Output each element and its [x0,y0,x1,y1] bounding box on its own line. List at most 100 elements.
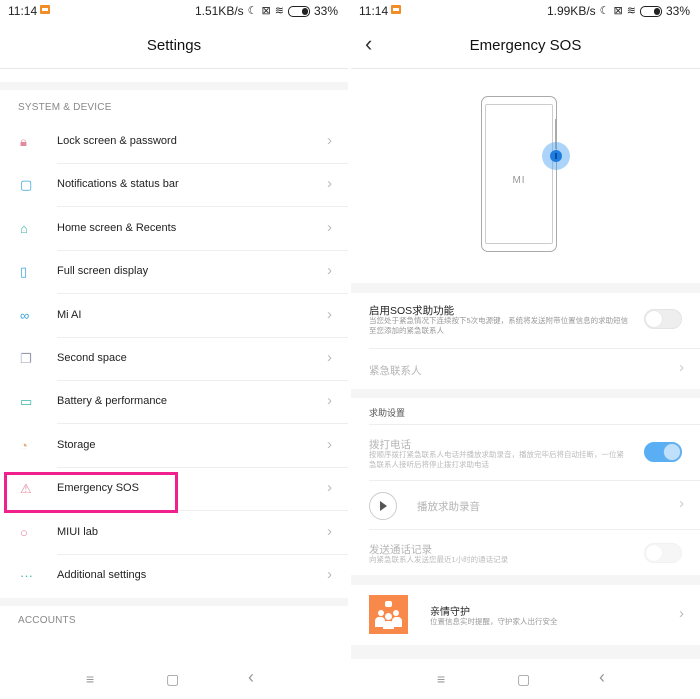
chevron-right-icon: › [327,218,332,236]
enable-sos-desc: 当您处于紧急情况下连续按下5次电源键，系统将发送附带位置信息的求助短信至您添加的… [369,316,629,335]
home-nav-button[interactable]: ▢ [517,671,530,688]
more-dots-icon: ··· [20,568,33,583]
settings-item-label: Storage [57,438,96,451]
phone-outline: MI [481,96,557,252]
notification-icon: ▢ [20,177,33,193]
notification-icon [40,5,50,14]
mi-ai-icon: ∞ [20,307,30,323]
settings-item[interactable]: ⌂ Home screen & Recents › [0,208,348,251]
help-settings-header: 求助设置 [369,408,406,418]
chevron-right-icon: › [327,175,332,193]
battery-percent: 33% [665,4,690,18]
menu-nav-button[interactable]: ≡ [437,671,445,687]
chevron-right-icon: › [327,479,332,497]
status-bar: 11:14 1.51KB/s ☾ ⊠ ≋ 33% [0,0,348,22]
sim-x-icon: ⊠ [261,5,271,17]
section-header-system: SYSTEM & DEVICE [18,102,112,113]
play-recording-row[interactable]: 播放求助录音 › [351,481,700,529]
section-divider [351,575,700,585]
settings-item[interactable]: ··· Additional settings › [0,555,348,598]
title-bar: ‹ Emergency SOS [351,22,700,69]
enable-sos-toggle[interactable] [644,309,682,329]
call-row[interactable]: 拨打电话 按顺序拨打紧急联系人电话并播放求助录音，播放完毕后将自动挂断，一位紧急… [351,425,700,480]
call-desc: 按顺序拨打紧急联系人电话并播放求助录音，播放完毕后将自动挂断，一位紧急联系人接听… [369,450,624,469]
settings-item[interactable]: ▢ Notifications & status bar › [0,164,348,208]
battery-percent: 33% [313,4,338,18]
emergency-sos-screen: 11:14 1.99KB/s ☾ ⊠ ≋ 33% ‹ Emergency SOS… [351,0,700,699]
settings-item[interactable]: ▭ Battery & performance › [0,381,348,425]
family-guard-row[interactable]: 亲情守护 位置信息实时提醒，守护家人出行安全 › [351,585,700,645]
net-speed: 1.99KB/s [546,4,596,18]
menu-nav-button[interactable]: ≡ [86,671,94,687]
section-divider [0,82,348,90]
net-speed: 1.51KB/s [194,4,244,18]
wifi-icon: ≋ [626,5,636,17]
page-title: Settings [146,37,202,54]
chevron-right-icon: › [327,522,332,540]
family-icon [369,595,408,634]
send-call-log-toggle[interactable] [644,543,682,563]
settings-item-label: Notifications & status bar [57,178,179,191]
settings-item[interactable]: ▯ Full screen display › [0,251,348,295]
nav-bar: ≡ ▢ ‹ [0,659,348,699]
chevron-right-icon: › [679,359,684,376]
chevron-right-icon: › [327,305,332,323]
back-nav-button[interactable]: ‹ [248,667,254,688]
chevron-right-icon: › [327,435,332,453]
storage-pie-icon: ◔ [20,437,28,453]
settings-item-label: Battery & performance [57,395,168,408]
chevron-right-icon: › [327,349,332,366]
power-button-illustration: MI [351,69,700,283]
status-time: 11:14 [359,4,389,18]
play-icon[interactable] [369,492,397,520]
settings-item-label: MIUI lab [57,525,98,538]
sim-x-icon: ⊠ [613,5,623,17]
press-indicator-icon [550,150,562,162]
title-bar: Settings [0,22,348,69]
status-bar: 11:14 1.99KB/s ☾ ⊠ ≋ 33% [351,0,700,22]
settings-item[interactable]: ○ MIUI lab › [0,512,348,555]
family-guard-title: 亲情守护 [430,607,470,618]
mi-logo: MI [512,175,526,186]
status-time: 11:14 [8,4,38,18]
help-settings-header-row: 求助设置 [351,398,700,424]
section-divider [351,389,700,398]
moon-icon: ☾ [599,5,610,17]
settings-item-label: Full screen display [57,265,149,278]
section-divider [0,598,348,606]
battery-icon: ▭ [20,394,33,410]
battery-icon [287,5,310,17]
phone-screen: MI [485,104,553,244]
settings-item[interactable]: 🔒︎ Lock screen & password › [0,121,348,164]
home-nav-button[interactable]: ▢ [166,671,179,688]
chevron-right-icon: › [327,566,332,583]
settings-item[interactable]: ∞ Mi AI › [0,295,348,338]
battery-icon [639,5,662,17]
back-nav-button[interactable]: ‹ [599,667,605,688]
moon-icon: ☾ [247,5,258,17]
settings-item-label: Second space [57,352,127,364]
chevron-right-icon: › [327,132,332,149]
emergency-contacts-label: 紧急联系人 [369,365,422,377]
phone-display-icon: ▯ [20,264,28,280]
second-space-icon: ❐ [20,351,32,366]
send-call-log-desc: 向紧急联系人发送您最近1小时的通话记录 [369,555,509,564]
settings-item[interactable]: ◔ Storage › [0,425,348,468]
section-divider [351,645,700,659]
emergency-contacts-row[interactable]: 紧急联系人 › [351,349,700,389]
wifi-icon: ≋ [274,5,284,17]
nav-bar: ≡ ▢ ‹ [351,659,700,699]
chevron-right-icon: › [679,495,684,512]
home-icon: ⌂ [20,220,28,236]
send-call-log-row[interactable]: 发送通话记录 向紧急联系人发送您最近1小时的通话记录 [351,530,700,575]
chevron-right-icon: › [327,392,332,410]
play-recording-label: 播放求助录音 [417,501,480,513]
chevron-right-icon: › [327,262,332,280]
page-title: Emergency SOS [469,37,582,54]
highlight-box [4,472,178,513]
settings-item[interactable]: ❐ Second space › [0,338,348,381]
call-toggle[interactable] [644,442,682,462]
settings-item-label: Additional settings [57,569,147,581]
settings-item-label: Mi AI [57,308,82,321]
enable-sos-row[interactable]: 启用SOS求助功能 当您处于紧急情况下连续按下5次电源键，系统将发送附带位置信息… [351,293,700,348]
